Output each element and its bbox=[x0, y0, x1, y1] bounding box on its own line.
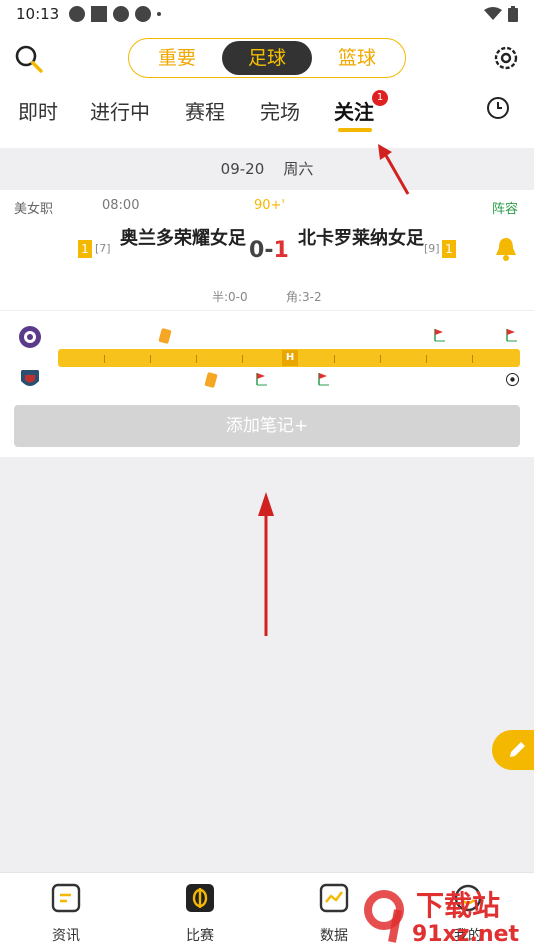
notification-icons bbox=[69, 6, 162, 22]
soccer-ball-goal-icon bbox=[506, 373, 519, 386]
site-watermark: 下载站 91xz.net bbox=[354, 880, 534, 950]
league-name: 美女职 bbox=[14, 202, 54, 217]
segment-basketball[interactable]: 篮球 bbox=[312, 41, 402, 75]
active-tab-indicator bbox=[338, 128, 372, 132]
timeline-tick bbox=[334, 355, 335, 363]
system-icons bbox=[484, 6, 518, 22]
match-icon bbox=[186, 884, 214, 912]
watermark-logo-icon bbox=[364, 890, 404, 943]
pencil-icon bbox=[510, 742, 525, 757]
soccer-notification-icon bbox=[135, 6, 152, 22]
nav-news-label: 资讯 bbox=[52, 928, 80, 944]
gear-icon[interactable] bbox=[492, 44, 520, 72]
watermark-brand: 下载站 bbox=[416, 889, 501, 922]
weekday-text: 周六 bbox=[283, 160, 314, 178]
annotation-arrow-up-icon bbox=[378, 144, 410, 195]
half-time-score: 半:0-0 bbox=[212, 290, 248, 304]
sport-segmented-control: 重要 足球 篮球 bbox=[128, 38, 406, 78]
home-yellow-card-event bbox=[158, 327, 172, 345]
battery-icon bbox=[508, 6, 518, 22]
away-score: 1 bbox=[273, 238, 289, 263]
away-corner-flag-icon bbox=[318, 373, 329, 386]
segment-football[interactable]: 足球 bbox=[222, 41, 312, 75]
timeline-tick bbox=[426, 355, 427, 363]
nav-matches[interactable]: 比赛 bbox=[160, 883, 240, 945]
event-timeline: H 添加笔记+ bbox=[0, 311, 534, 457]
timeline-tick bbox=[150, 355, 151, 363]
timeline-bar: H bbox=[58, 349, 520, 367]
away-yellow-card-count: 1 bbox=[442, 240, 456, 258]
lineup-link[interactable]: 阵容 bbox=[492, 198, 518, 217]
home-yellow-card-count: 1 bbox=[78, 240, 92, 258]
tab-following[interactable]: 关注 bbox=[334, 96, 374, 125]
timeline-tick bbox=[196, 355, 197, 363]
away-team-logo bbox=[21, 370, 39, 386]
home-rank: [7] bbox=[95, 242, 111, 255]
date-header: 09-20 周六 bbox=[0, 148, 534, 190]
tab-in-progress[interactable]: 进行中 bbox=[90, 96, 150, 125]
bell-icon[interactable] bbox=[494, 236, 518, 262]
add-note-button[interactable]: 添加笔记+ bbox=[14, 405, 520, 447]
status-time: 10:13 bbox=[16, 5, 60, 23]
tab-finished[interactable]: 完场 bbox=[260, 96, 300, 125]
corner-count: 角:3-2 bbox=[286, 290, 322, 304]
app-notification-icon bbox=[91, 6, 108, 22]
timeline-tick bbox=[380, 355, 381, 363]
half-time-marker: H bbox=[282, 350, 298, 366]
home-score: 0 bbox=[249, 238, 265, 263]
wifi-icon bbox=[484, 7, 502, 20]
tab-live[interactable]: 即时 bbox=[18, 96, 58, 125]
soccer-notification-icon bbox=[113, 6, 130, 22]
match-card[interactable]: 美女职 08:00 90+' 阵容 1 [7] 奥兰多荣耀女足 0-1 北卡罗莱… bbox=[0, 190, 534, 310]
home-team-name: 奥兰多荣耀女足 bbox=[120, 228, 246, 249]
watermark-site: 91xz.net bbox=[412, 922, 520, 947]
clock-icon[interactable] bbox=[486, 96, 510, 120]
edit-fab-button[interactable] bbox=[492, 730, 534, 770]
away-corner-flag-icon bbox=[256, 373, 267, 386]
news-icon bbox=[51, 883, 81, 913]
score: 0-1 bbox=[249, 238, 289, 263]
search-icon[interactable] bbox=[14, 44, 44, 74]
follow-count-badge: 1 bbox=[372, 90, 388, 106]
tab-schedule[interactable]: 赛程 bbox=[185, 96, 225, 125]
home-team-logo bbox=[19, 326, 41, 348]
chart-icon bbox=[319, 883, 349, 913]
timeline-tick bbox=[104, 355, 105, 363]
match-tabs: 即时 进行中 赛程 完场 关注 1 bbox=[0, 90, 534, 140]
match-status: 90+' bbox=[254, 198, 286, 213]
home-corner-flag-icon bbox=[506, 329, 517, 342]
nav-matches-label: 比赛 bbox=[186, 928, 214, 944]
date-text: 09-20 bbox=[220, 160, 265, 178]
status-bar: 10:13 bbox=[0, 0, 534, 28]
away-team-name: 北卡罗莱纳女足 bbox=[298, 228, 424, 249]
header: 重要 足球 篮球 即时 进行中 赛程 完场 关注 1 bbox=[0, 28, 534, 148]
annotation-arrow-up-icon bbox=[258, 492, 274, 636]
soccer-notification-icon bbox=[69, 6, 86, 22]
timeline-tick bbox=[472, 355, 473, 363]
home-corner-flag-icon bbox=[434, 329, 445, 342]
away-rank: [9] bbox=[424, 242, 440, 255]
segment-important[interactable]: 重要 bbox=[132, 41, 222, 75]
away-yellow-card-event bbox=[204, 371, 218, 389]
more-notifications-icon bbox=[157, 12, 162, 16]
timeline-tick bbox=[242, 355, 243, 363]
match-time: 08:00 bbox=[102, 198, 140, 213]
nav-news[interactable]: 资讯 bbox=[26, 883, 106, 945]
